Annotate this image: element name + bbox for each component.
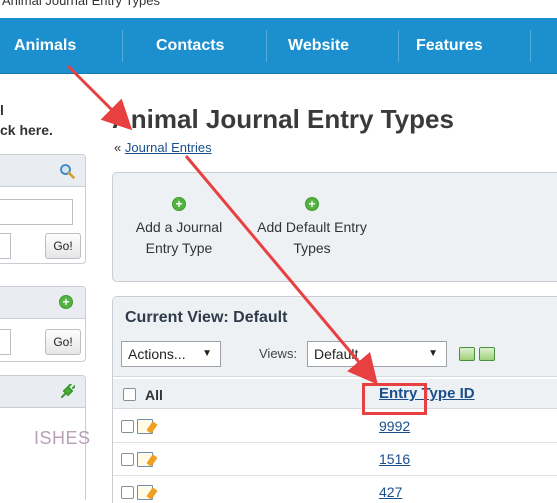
clipped-page-title-text: Animal Journal Entry Types — [2, 0, 160, 8]
sidebar-quick-go-button[interactable]: Go! — [45, 329, 81, 355]
edit-icon[interactable] — [137, 452, 153, 467]
annotation-highlight-box — [362, 383, 427, 415]
nav-divider — [122, 30, 123, 62]
sidebar-text-line-1: l — [0, 102, 4, 118]
nav-item-animals[interactable]: Animals — [14, 18, 76, 74]
add-journal-entry-type-button[interactable]: + Add a Journal Entry Type — [119, 193, 239, 259]
entry-type-id-link[interactable]: 1516 — [379, 451, 410, 467]
add-icon[interactable]: + — [59, 295, 73, 309]
page-title: Animal Journal Entry Types — [112, 104, 454, 134]
view-panel: Current View: Default Actions... ▼ Views… — [112, 296, 557, 503]
table-row: 9992 — [113, 410, 557, 443]
search-icon[interactable] — [59, 163, 75, 179]
add-default-entry-types-button[interactable]: + Add Default Entry Types — [247, 193, 377, 259]
actions-dropdown-value: Actions... — [128, 346, 186, 362]
main-nav-bar: Animals Contacts Website Features — [0, 18, 557, 74]
view-panel-header: Current View: Default Actions... ▼ Views… — [113, 297, 557, 377]
views-dropdown-value: Default — [314, 346, 359, 362]
add-default-entry-types-label: Add Default Entry Types — [257, 219, 367, 256]
sidebar-search-box: Go! — [0, 154, 86, 264]
table-row: 1516 — [113, 443, 557, 476]
row-checkbox[interactable] — [121, 486, 134, 499]
select-all-checkbox[interactable] — [123, 388, 136, 401]
nav-divider — [266, 30, 267, 62]
sidebar-search-go-button[interactable]: Go! — [45, 233, 81, 259]
row-checkbox[interactable] — [121, 420, 134, 433]
sidebar-promo-text: ISHES — [34, 428, 91, 448]
select-all-label: All — [145, 387, 163, 403]
sidebar-quick-select[interactable] — [0, 329, 11, 355]
grid-refresh-icon[interactable] — [479, 347, 495, 361]
sidebar-clipped-text: l ck here. — [0, 100, 53, 140]
action-panel: + Add a Journal Entry Type + Add Default… — [112, 172, 557, 282]
chevron-down-icon: ▼ — [428, 348, 438, 359]
add-journal-entry-type-label: Add a Journal Entry Type — [135, 219, 223, 256]
plug-icon[interactable] — [59, 384, 75, 400]
entry-type-id-link[interactable]: 427 — [379, 484, 402, 500]
table-row: 427 — [113, 476, 557, 503]
sidebar-search-header — [0, 155, 85, 187]
grid-view-icon[interactable] — [459, 347, 475, 361]
top-clipped-strip: Animal Journal Entry Types — [0, 0, 557, 18]
chevron-down-icon: ▼ — [202, 348, 212, 359]
actions-dropdown[interactable]: Actions... ▼ — [121, 341, 221, 367]
views-dropdown[interactable]: Default ▼ — [307, 341, 447, 367]
row-checkbox[interactable] — [121, 453, 134, 466]
breadcrumb: « Journal Entries — [114, 140, 212, 155]
edit-icon[interactable] — [137, 485, 153, 500]
sidebar-quick-add-box: + Go! — [0, 286, 86, 362]
sidebar-search-input[interactable] — [0, 199, 73, 225]
nav-divider — [398, 30, 399, 62]
sidebar-search-select[interactable] — [0, 233, 11, 259]
breadcrumb-back-icon: « — [114, 140, 122, 155]
grid-header-row: All Entry Type ID — [113, 379, 557, 409]
sidebar-quick-add-header: + — [0, 287, 85, 319]
breadcrumb-link-journal-entries[interactable]: Journal Entries — [125, 140, 212, 155]
add-icon: + — [172, 197, 186, 211]
sidebar-promo-header — [0, 376, 85, 408]
nav-item-contacts[interactable]: Contacts — [156, 18, 224, 74]
entry-type-id-link[interactable]: 9992 — [379, 418, 410, 434]
nav-item-features[interactable]: Features — [416, 18, 483, 74]
views-label: Views: — [259, 346, 298, 361]
add-icon: + — [305, 197, 319, 211]
edit-icon[interactable] — [137, 419, 153, 434]
current-view-title: Current View: Default — [125, 309, 288, 326]
nav-divider — [530, 30, 531, 62]
sidebar-text-line-2[interactable]: ck here. — [0, 120, 53, 140]
nav-item-website[interactable]: Website — [288, 18, 349, 74]
